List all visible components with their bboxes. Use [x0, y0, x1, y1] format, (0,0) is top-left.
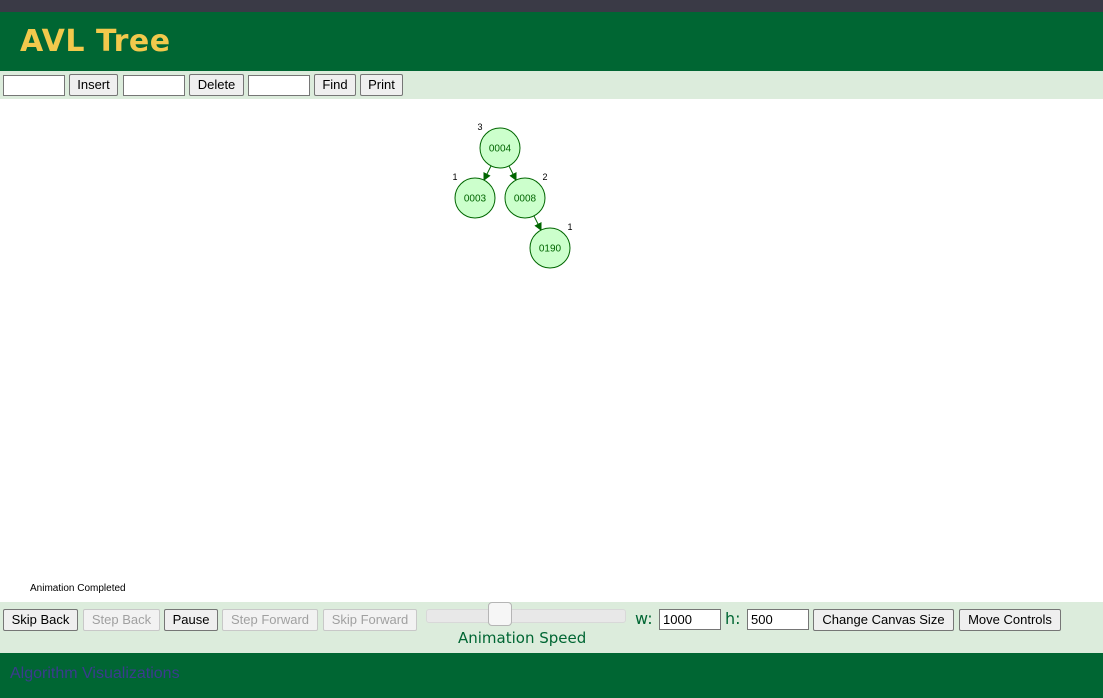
tree-node-0190: 0190 1	[529, 222, 573, 269]
canvas-height-input[interactable]	[747, 609, 809, 630]
tree-node-label: 0003	[464, 194, 487, 205]
browser-strip	[0, 0, 1103, 12]
insert-input[interactable]	[3, 75, 65, 96]
pause-button[interactable]: Pause	[164, 609, 218, 631]
print-button[interactable]: Print	[360, 74, 403, 96]
tree-edge	[483, 165, 492, 182]
width-label: w:	[635, 609, 653, 628]
tree-node-label: 0004	[489, 144, 512, 155]
tree-node-height: 1	[567, 222, 572, 232]
insert-button[interactable]: Insert	[69, 74, 118, 96]
canvas-width-input[interactable]	[659, 609, 721, 630]
find-button[interactable]: Find	[314, 74, 356, 96]
skip-back-button[interactable]: Skip Back	[3, 609, 78, 631]
tree-node-0008: 0008 2	[504, 172, 548, 219]
height-label: h:	[725, 609, 741, 628]
page-title: AVL Tree	[20, 24, 171, 59]
algorithm-control-bar: Insert Delete Find Print	[0, 71, 1103, 99]
tree-node-height: 3	[477, 122, 482, 132]
footer-link[interactable]: Algorithm Visualizations	[10, 665, 180, 683]
tree-node-height: 1	[452, 172, 457, 182]
step-forward-button[interactable]: Step Forward	[222, 609, 318, 631]
tree-node-label: 0190	[539, 244, 562, 255]
animation-speed-label: Animation Speed	[458, 629, 587, 647]
animation-speed-slider[interactable]	[426, 609, 626, 623]
animation-control-bar: Skip Back Step Back Pause Step Forward S…	[0, 602, 1103, 653]
move-controls-button[interactable]: Move Controls	[959, 609, 1061, 631]
tree-node-height: 2	[542, 172, 547, 182]
page-footer: Algorithm Visualizations	[0, 653, 1103, 698]
change-canvas-size-button[interactable]: Change Canvas Size	[813, 609, 954, 631]
page-header: AVL Tree	[0, 12, 1103, 71]
tree-node-label: 0008	[514, 194, 537, 205]
animation-canvas[interactable]: 0004 3 0003 1 0008 2 0190 1 Animation Completed	[0, 99, 1103, 602]
find-input[interactable]	[248, 75, 310, 96]
step-back-button[interactable]: Step Back	[83, 609, 160, 631]
tree-node-0004: 0004 3	[477, 122, 521, 169]
speed-slider-thumb[interactable]	[488, 602, 512, 626]
tree-node-0003: 0003 1	[452, 172, 496, 219]
status-message: Animation Completed	[30, 583, 126, 594]
tree-edge	[508, 165, 517, 182]
delete-input[interactable]	[123, 75, 185, 96]
tree-edge	[533, 215, 542, 232]
tree-diagram: 0004 3 0003 1 0008 2 0190 1	[452, 122, 573, 269]
skip-forward-button[interactable]: Skip Forward	[323, 609, 417, 631]
delete-button[interactable]: Delete	[189, 74, 244, 96]
